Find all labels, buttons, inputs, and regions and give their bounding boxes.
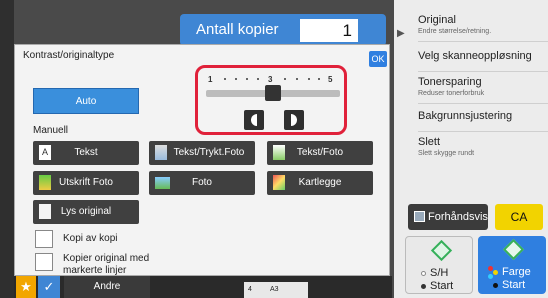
contrast-slider-thumb[interactable] xyxy=(265,85,281,101)
text-label: Tekst xyxy=(74,147,98,158)
light-original-label: Lys original xyxy=(60,206,112,217)
text-icon: A xyxy=(39,145,51,160)
scan-resolution-label: Velg skanneoppløsning xyxy=(418,50,532,62)
original-item[interactable]: Original Endre størrelse/retning. xyxy=(418,14,548,42)
light-original-button[interactable]: Lys original xyxy=(33,200,139,224)
check-icon[interactable]: ✓ xyxy=(38,276,60,298)
toner-saving-sub: Reduser tonerforbruk xyxy=(418,90,485,97)
copy-marked-label-1: Kopier original med xyxy=(63,253,150,264)
paper-tray-indicator: 4 A3 xyxy=(244,282,308,298)
auto-button[interactable]: Auto xyxy=(33,88,139,114)
copies-bar: Antall kopier 1 xyxy=(180,14,386,46)
text-printed-photo-button[interactable]: Tekst/Trykt.Foto xyxy=(149,141,255,165)
copies-label: Antall kopier xyxy=(196,21,279,38)
chevron-right-icon[interactable]: ▶ xyxy=(397,28,405,39)
tray-size: A3 xyxy=(270,286,279,293)
preview-button[interactable]: Forhåndsvis xyxy=(408,204,488,230)
copy-of-copy-label: Kopi av kopi xyxy=(63,233,118,244)
photo-button[interactable]: Foto xyxy=(149,171,255,195)
text-printed-photo-label: Tekst/Trykt.Foto xyxy=(173,147,245,158)
scale-label-mid: 3 xyxy=(268,75,273,84)
color-dot-black xyxy=(493,283,498,288)
contrast-dialog: Kontrast/originaltype OK 1 3 5 Auto Manu… xyxy=(14,44,390,276)
contrast-decrease-button[interactable] xyxy=(244,110,264,130)
diamond-start-icon xyxy=(430,239,453,262)
erase-item[interactable]: Slett Slett skygge rundt xyxy=(418,136,548,164)
background-adjust-label: Bakgrunnsjustering xyxy=(418,110,513,122)
photo-icon xyxy=(155,177,170,189)
preview-icon xyxy=(414,211,425,222)
contrast-slider-box: 1 3 5 xyxy=(195,65,347,135)
dialog-title: Kontrast/originaltype xyxy=(23,50,115,61)
print-photo-icon xyxy=(39,175,51,190)
contrast-increase-button[interactable] xyxy=(284,110,304,130)
start-color-button[interactable]: Farge Start xyxy=(478,236,546,294)
copy-marked-checkbox[interactable] xyxy=(35,253,53,271)
left-edge-strip xyxy=(0,0,14,298)
tray-number: 4 xyxy=(248,286,252,293)
bw-indicator-dot xyxy=(421,284,426,289)
map-button[interactable]: Kartlegge xyxy=(267,171,373,195)
original-title: Original xyxy=(418,14,456,26)
color-dot-yellow xyxy=(493,270,498,275)
ca-button[interactable]: CA xyxy=(495,204,543,230)
others-button[interactable]: Andre xyxy=(64,276,150,298)
preview-label: Forhåndsvis xyxy=(428,211,488,223)
color-dot-red xyxy=(488,266,493,271)
copies-input[interactable]: 1 xyxy=(300,19,358,42)
text-photo-button[interactable]: Tekst/Foto xyxy=(267,141,373,165)
print-photo-label: Utskrift Foto xyxy=(59,177,113,188)
toner-saving-title: Tonersparing xyxy=(418,76,482,88)
copy-of-copy-checkbox[interactable] xyxy=(35,230,53,248)
manual-label: Manuell xyxy=(33,125,69,136)
toner-saving-item[interactable]: Tonersparing Reduser tonerforbruk xyxy=(418,76,548,104)
erase-title: Slett xyxy=(418,136,441,148)
start-color-line2: Start xyxy=(502,279,526,291)
contrast-decrease-icon xyxy=(251,114,257,126)
text-printed-photo-icon xyxy=(155,145,167,160)
color-dot-cyan xyxy=(488,274,493,279)
ok-button[interactable]: OK xyxy=(369,51,387,67)
map-icon xyxy=(273,175,285,190)
scan-resolution-item[interactable]: Velg skanneoppløsning xyxy=(418,50,548,72)
erase-sub: Slett skygge rundt xyxy=(418,150,475,157)
bw-indicator-dot xyxy=(421,271,426,276)
map-label: Kartlegge xyxy=(298,177,342,188)
start-bw-line1: S/H xyxy=(430,267,449,279)
diamond-start-icon xyxy=(502,238,525,261)
photo-label: Foto xyxy=(191,177,212,188)
background-adjust-item[interactable]: Bakgrunnsjustering xyxy=(418,110,548,132)
scale-label-high: 5 xyxy=(328,75,333,84)
start-bw-line2: Start xyxy=(430,280,454,292)
text-button[interactable]: A Tekst xyxy=(33,141,139,165)
start-color-line1: Farge xyxy=(502,266,531,278)
light-original-icon xyxy=(39,204,51,219)
contrast-increase-icon xyxy=(291,114,297,126)
scale-label-low: 1 xyxy=(208,75,213,84)
original-sub: Endre størrelse/retning. xyxy=(418,28,492,35)
text-photo-label: Tekst/Foto xyxy=(296,147,344,158)
favorite-star-icon[interactable]: ★ xyxy=(16,276,36,298)
text-photo-icon xyxy=(273,145,285,160)
start-bw-button[interactable]: S/H Start xyxy=(405,236,473,294)
print-photo-button[interactable]: Utskrift Foto xyxy=(33,171,139,195)
